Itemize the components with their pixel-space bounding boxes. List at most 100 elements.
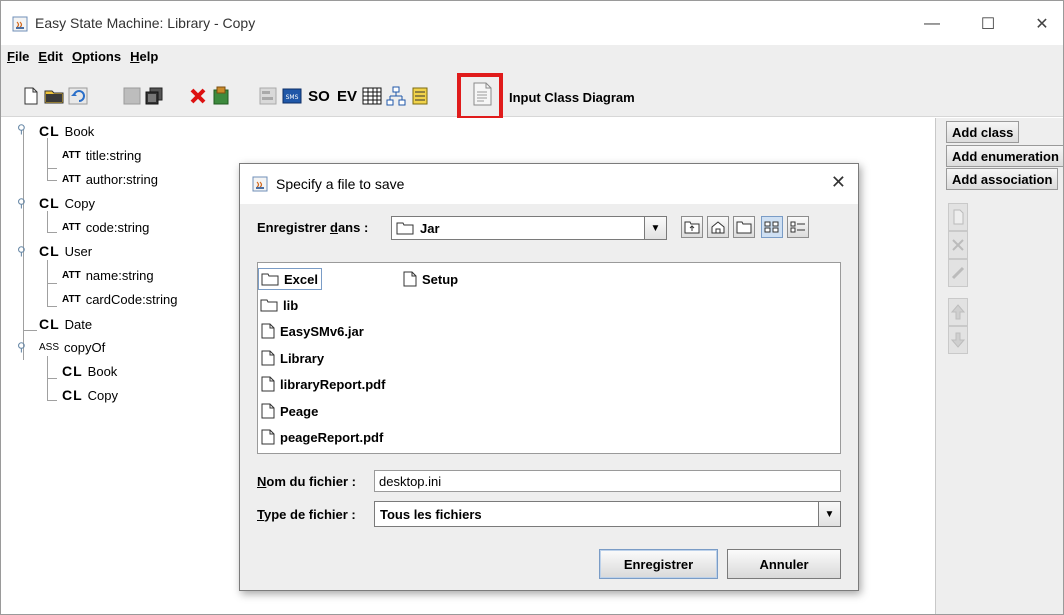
filetype-select[interactable]: Tous les fichiers ▼ bbox=[374, 501, 841, 527]
attribute-badge-icon: ATT bbox=[62, 173, 81, 185]
class-badge-icon: CL bbox=[62, 387, 83, 403]
list-item-folder[interactable]: lib bbox=[258, 294, 301, 316]
move-up-button[interactable] bbox=[948, 298, 968, 326]
attribute-badge-icon: ATT bbox=[62, 149, 81, 161]
attribute-badge-icon: ATT bbox=[62, 269, 81, 281]
chevron-down-icon[interactable]: ▼ bbox=[644, 217, 666, 239]
list-item-file[interactable]: libraryReport.pdf bbox=[259, 373, 388, 395]
list-item-file[interactable]: Setup bbox=[401, 268, 461, 290]
hierarchy-button[interactable] bbox=[385, 85, 407, 107]
file-list[interactable]: Excel Setup lib EasySMv6.jar Library lib… bbox=[257, 262, 841, 454]
home-button[interactable] bbox=[707, 216, 729, 238]
pencil-button[interactable] bbox=[948, 259, 968, 287]
menu-edit[interactable]: Edit bbox=[38, 49, 63, 64]
add-class-button[interactable]: Add class bbox=[946, 121, 1020, 143]
list-item-folder[interactable]: Excel bbox=[258, 268, 322, 290]
list-item-file[interactable]: EasySMv6.jar bbox=[259, 320, 367, 342]
menu-help[interactable]: Help bbox=[130, 49, 158, 64]
save-in-combo[interactable]: Jar ▼ bbox=[391, 216, 667, 240]
tree-node-attribute[interactable]: ATT name:string bbox=[62, 265, 154, 285]
attribute-badge-icon: ATT bbox=[62, 221, 81, 233]
expand-toggle-icon[interactable]: ⚲ bbox=[17, 340, 26, 354]
class-badge-icon: CL bbox=[39, 123, 60, 139]
highlight-box bbox=[457, 73, 503, 120]
minimize-button[interactable]: — bbox=[909, 9, 955, 39]
save-in-label-mnemonic: d bbox=[329, 220, 338, 235]
tree-node-class-user[interactable]: CL User bbox=[39, 241, 92, 261]
tree-node-attribute[interactable]: ATT author:string bbox=[62, 169, 158, 189]
menu-edit-label: dit bbox=[47, 48, 63, 64]
layout-button[interactable] bbox=[257, 85, 279, 107]
list-button[interactable] bbox=[409, 85, 431, 107]
undo-button[interactable] bbox=[67, 85, 89, 107]
edit-button[interactable] bbox=[948, 203, 968, 231]
undo-icon bbox=[68, 87, 88, 105]
tree-node-association-copyof[interactable]: ASS copyOf bbox=[39, 337, 105, 357]
sms-icon: SMS bbox=[282, 88, 302, 104]
expand-toggle-icon[interactable]: ⚲ bbox=[17, 196, 26, 210]
tree-node-attribute[interactable]: ATT code:string bbox=[62, 217, 149, 237]
cancel-button[interactable]: Annuler bbox=[727, 549, 841, 579]
filename-label: Nom du fichier : bbox=[257, 474, 356, 489]
tree-node-label: author:string bbox=[85, 171, 158, 187]
tree-node-attribute[interactable]: ATT title:string bbox=[62, 145, 141, 165]
tree-node-label: name:string bbox=[85, 267, 154, 283]
ev-button[interactable]: EV bbox=[334, 85, 360, 107]
delete-button[interactable] bbox=[187, 85, 209, 107]
remove-button[interactable] bbox=[948, 231, 968, 259]
list-view-button[interactable] bbox=[761, 216, 783, 238]
filename-input[interactable]: desktop.ini bbox=[374, 470, 841, 492]
arrow-up-icon bbox=[951, 304, 965, 320]
delete-x-icon bbox=[190, 88, 206, 104]
tree-node-class-copy[interactable]: CL Copy bbox=[39, 193, 95, 213]
state-button[interactable] bbox=[121, 85, 143, 107]
new-file-button[interactable] bbox=[20, 85, 42, 107]
tool-button[interactable] bbox=[210, 85, 232, 107]
title-bar: Easy State Machine: Library - Copy — ☐ ✕ bbox=[1, 1, 1063, 45]
save-button[interactable]: Enregistrer bbox=[599, 549, 718, 579]
tree-node-label: copyOf bbox=[64, 339, 106, 355]
tree-node-attribute[interactable]: ATT cardCode:string bbox=[62, 289, 177, 309]
file-name: libraryReport.pdf bbox=[280, 376, 386, 392]
tree-node-class-book[interactable]: CL Book bbox=[39, 121, 94, 141]
save-button-label: Enregistrer bbox=[623, 556, 694, 572]
close-icon: ✕ bbox=[1035, 16, 1049, 33]
menu-help-label: elp bbox=[139, 48, 159, 64]
up-one-level-button[interactable] bbox=[681, 216, 703, 238]
so-label: SO bbox=[308, 87, 330, 105]
dialog-close-icon[interactable]: ✕ bbox=[831, 172, 846, 193]
right-panel: Add class Add enumeration Add associatio… bbox=[935, 118, 1063, 614]
file-name: Library bbox=[280, 350, 325, 366]
maximize-button[interactable]: ☐ bbox=[965, 9, 1011, 39]
add-association-button[interactable]: Add association bbox=[946, 168, 1059, 190]
move-down-button[interactable] bbox=[948, 326, 968, 354]
expand-toggle-icon[interactable]: ⚲ bbox=[17, 244, 26, 258]
home-icon bbox=[711, 221, 725, 234]
close-window-button[interactable]: ✕ bbox=[1019, 9, 1063, 39]
open-folder-button[interactable] bbox=[43, 85, 65, 107]
table-button[interactable] bbox=[361, 85, 383, 107]
details-view-button[interactable] bbox=[787, 216, 809, 238]
tree-node-class-date[interactable]: CL Date bbox=[39, 314, 92, 334]
list-item-file[interactable]: peageReport.pdf bbox=[259, 426, 386, 448]
menu-options[interactable]: Options bbox=[72, 49, 121, 64]
menu-file[interactable]: File bbox=[7, 49, 29, 64]
save-in-label-part: ans : bbox=[337, 220, 369, 235]
add-association-label: Add association bbox=[952, 171, 1053, 187]
hierarchy-icon bbox=[386, 86, 406, 106]
file-name: lib bbox=[283, 297, 299, 313]
minimize-icon: — bbox=[924, 15, 940, 32]
folder-icon bbox=[396, 222, 414, 235]
expand-toggle-icon[interactable]: ⚲ bbox=[17, 122, 26, 136]
list-item-file[interactable]: Library bbox=[259, 347, 327, 369]
chevron-down-icon[interactable]: ▼ bbox=[818, 502, 840, 526]
so-button[interactable]: SO bbox=[305, 85, 333, 107]
add-enumeration-button[interactable]: Add enumeration bbox=[946, 145, 1063, 167]
new-folder-button[interactable] bbox=[733, 216, 755, 238]
stack-button[interactable] bbox=[143, 85, 165, 107]
tree-node-class-book[interactable]: CL Book bbox=[62, 361, 117, 381]
list-item-file[interactable]: Peage bbox=[259, 400, 321, 422]
add-class-label: Add class bbox=[952, 124, 1014, 140]
sms-button[interactable]: SMS bbox=[281, 85, 303, 107]
tree-node-class-copy[interactable]: CL Copy bbox=[62, 385, 118, 405]
